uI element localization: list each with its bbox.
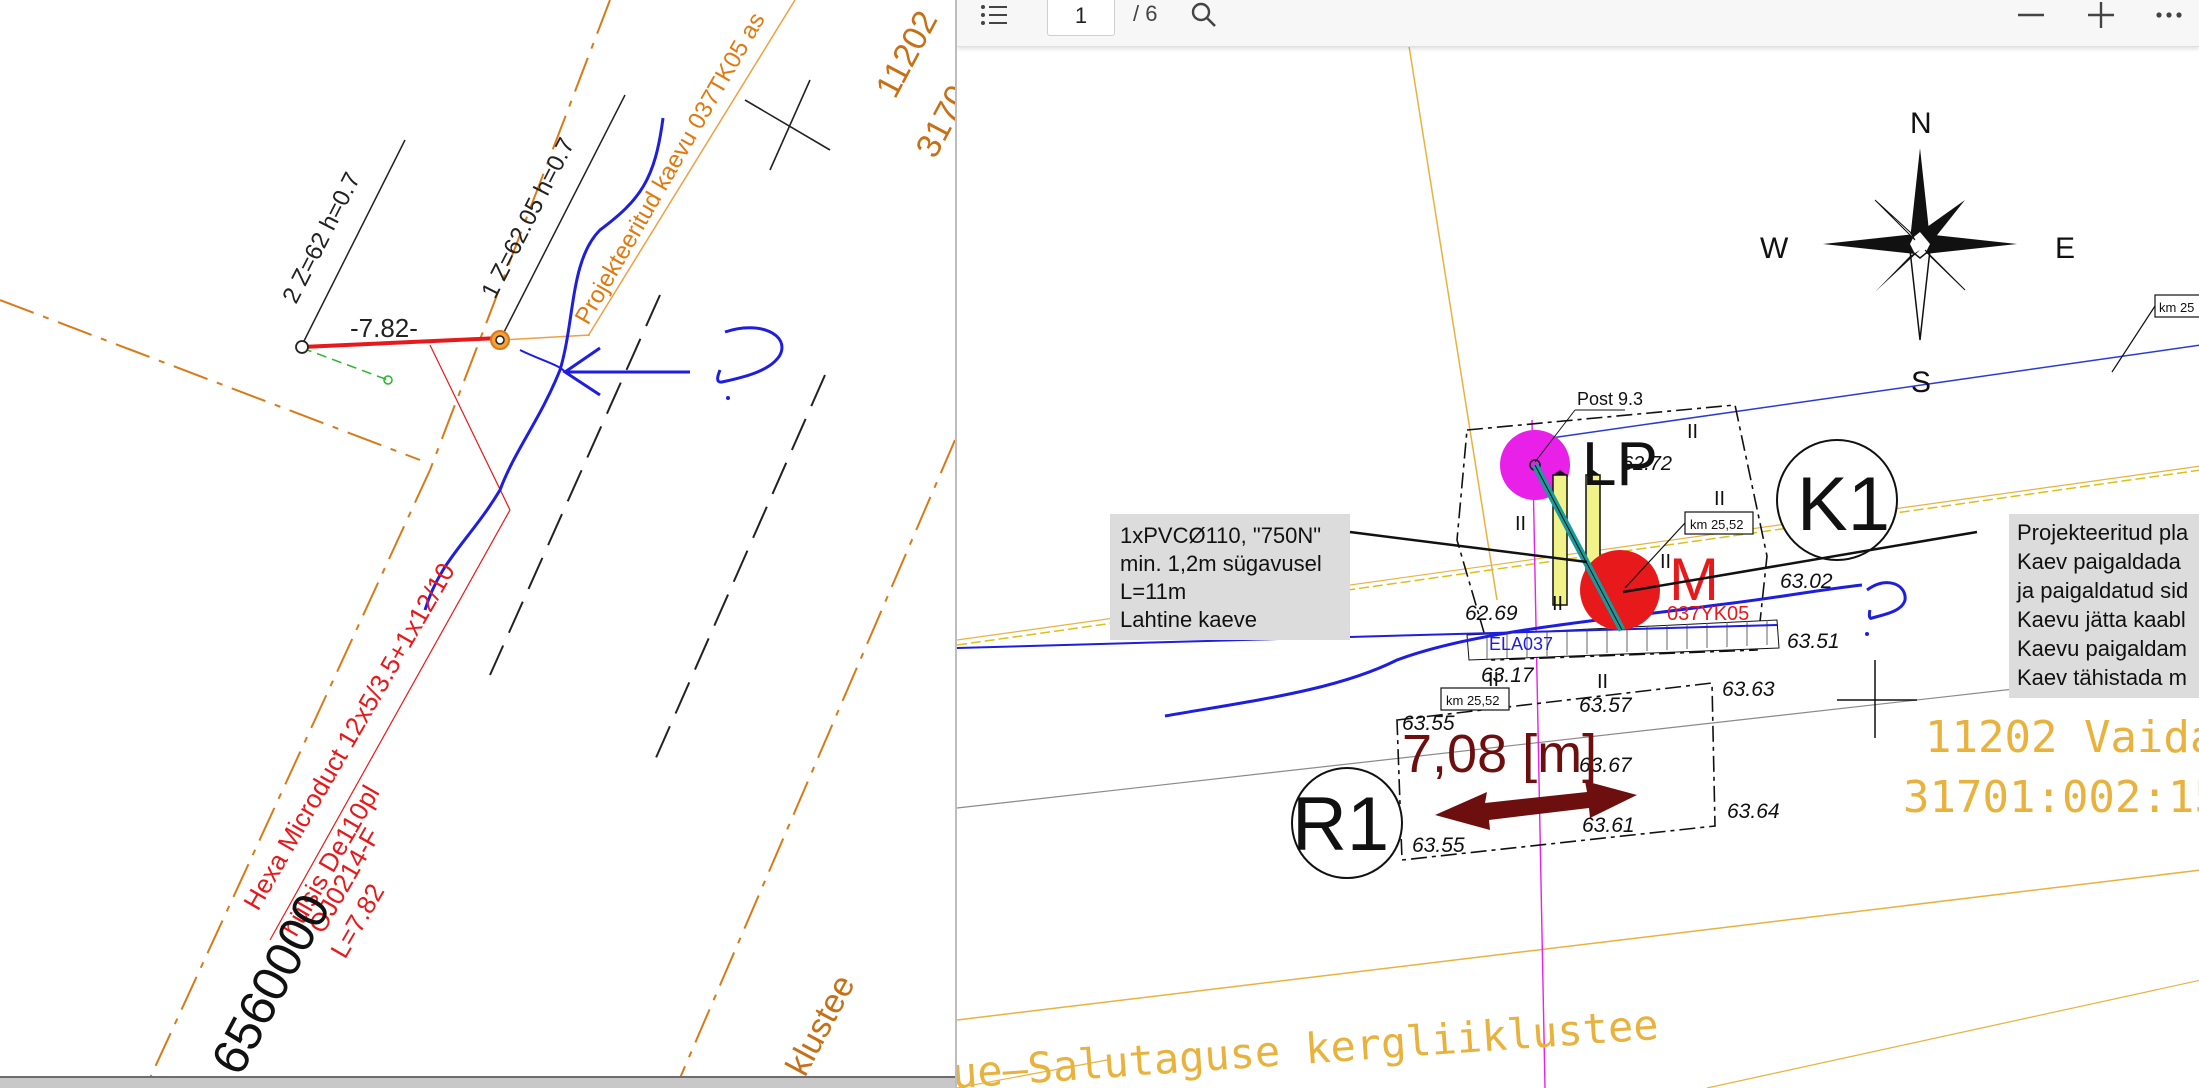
- r1-label: R1: [1292, 782, 1389, 867]
- compass-rose: N S E W: [1760, 107, 2075, 399]
- ella-label: ELA037: [1489, 634, 1553, 654]
- elevation: 63.17: [1481, 664, 1535, 687]
- elevation: 63.51: [1787, 630, 1840, 653]
- label-point-1: 1 Z=62.05 h=0.7: [476, 134, 580, 303]
- page-total-label: / 6: [1133, 1, 1158, 26]
- distance-label: -7.82-: [350, 313, 418, 343]
- parcel-boundary-line: [679, 439, 955, 1078]
- road-edge-line: [654, 374, 826, 761]
- km-label-top: km 25: [2159, 300, 2194, 315]
- svg-text:II: II: [1660, 551, 1671, 573]
- elevation: 63.61: [1582, 814, 1635, 837]
- design-note-line: ja paigaldatud sid: [2016, 578, 2188, 603]
- label-point-2: 2 Z=62 h=0.7: [277, 168, 366, 307]
- dimension-label: 7,08 [m]: [1402, 724, 1597, 784]
- pdf-toolbar: 1 / 6: [957, 0, 2199, 47]
- road-name-fragment: klustee: [779, 969, 863, 1078]
- design-note-line: Kaev paigaldada: [2017, 549, 2182, 574]
- parcel-number: 11202: [869, 5, 946, 104]
- elevation: 63.63: [1722, 678, 1775, 701]
- design-note-line: Kaevu jätta kaabl: [2017, 607, 2186, 632]
- page-number-input[interactable]: 1: [1047, 0, 1115, 36]
- elevation: 63.64: [1727, 800, 1780, 823]
- more-options-button[interactable]: [2151, 0, 2187, 30]
- more-icon: [2156, 12, 2182, 18]
- design-note-line: Projekteeritud pla: [2017, 520, 2189, 545]
- elevation: 62.69: [1465, 602, 1518, 625]
- projected-well-label: Projekteeritud kaevu 037TK05 as: [570, 8, 771, 329]
- survey-cross: [769, 79, 811, 171]
- k1-label: K1: [1797, 462, 1890, 547]
- compass-north: N: [1910, 107, 1932, 140]
- left-drawing-canvas[interactable]: 2 Z=62 h=0.7 1 Z=62.05 h=0.7 -7.82- Proj…: [0, 0, 955, 1078]
- parcel-number-2: 3170: [909, 79, 955, 164]
- search-icon[interactable]: [1187, 0, 1221, 30]
- well-marker: [1580, 550, 1660, 630]
- design-note-line: Kaevu paigaldam: [2017, 636, 2187, 661]
- svg-text:II: II: [1714, 488, 1725, 510]
- hand-drawn-arrow: [562, 346, 690, 397]
- pvc-note-line: L=11m: [1120, 579, 1186, 604]
- coordinate-label: 6560000: [200, 885, 341, 1078]
- elevation: 63.55: [1412, 834, 1465, 857]
- minus-icon: [2018, 13, 2044, 17]
- well-id-label: 037YK05: [1667, 603, 1749, 625]
- compass-east: E: [2055, 232, 2075, 265]
- pvc-note-line: min. 1,2m sügavusel: [1120, 551, 1322, 576]
- pvc-note-line: Lahtine kaeve: [1120, 607, 1257, 632]
- lp-elevation: 62.72: [1622, 453, 1672, 475]
- left-drawing-pane[interactable]: 2 Z=62 h=0.7 1 Z=62.05 h=0.7 -7.82- Proj…: [0, 0, 955, 1078]
- svg-text:II: II: [1687, 421, 1698, 443]
- parcel-name: 11202 Vaida: [1925, 712, 2199, 763]
- pdf-page-canvas[interactable]: N S E W km 25 Post 9.3 LP 62.72 037YK05 …: [957, 0, 2199, 1088]
- svg-text:II: II: [1552, 593, 1563, 615]
- svg-text:II: II: [1515, 513, 1526, 535]
- elevation: 63.02: [1780, 570, 1833, 593]
- zoom-out-button[interactable]: [2013, 0, 2049, 30]
- road-edge-line: [489, 294, 661, 676]
- zoom-in-button[interactable]: [2083, 0, 2119, 30]
- km-label-2: km 25,52: [1446, 693, 1499, 708]
- pdf-viewer-pane[interactable]: 1 / 6 N S E W km 25 Post 9.3 LP 62.72 03…: [955, 0, 2199, 1088]
- list-icon[interactable]: [977, 0, 1011, 30]
- svg-text:II: II: [1597, 671, 1608, 693]
- design-note-line: Kaev tähistada m: [2017, 665, 2187, 690]
- pvc-note-line: 1xPVCØ110, "750N": [1120, 523, 1321, 548]
- compass-south: S: [1911, 366, 1931, 399]
- survey-cross: [744, 99, 831, 151]
- elevation: 63.57: [1579, 694, 1633, 717]
- horizontal-scrollbar[interactable]: [0, 1076, 955, 1088]
- plus-icon: [2088, 2, 2114, 28]
- parcel-id: 31701:002:15: [1903, 772, 2199, 823]
- post-label: Post 9.3: [1577, 389, 1643, 409]
- compass-west: W: [1760, 232, 1789, 265]
- km-label-1: km 25,52: [1690, 517, 1743, 532]
- point-2-marker: [295, 340, 309, 354]
- road-name: ue—Salutaguse kergliiklustee: [957, 1000, 1660, 1088]
